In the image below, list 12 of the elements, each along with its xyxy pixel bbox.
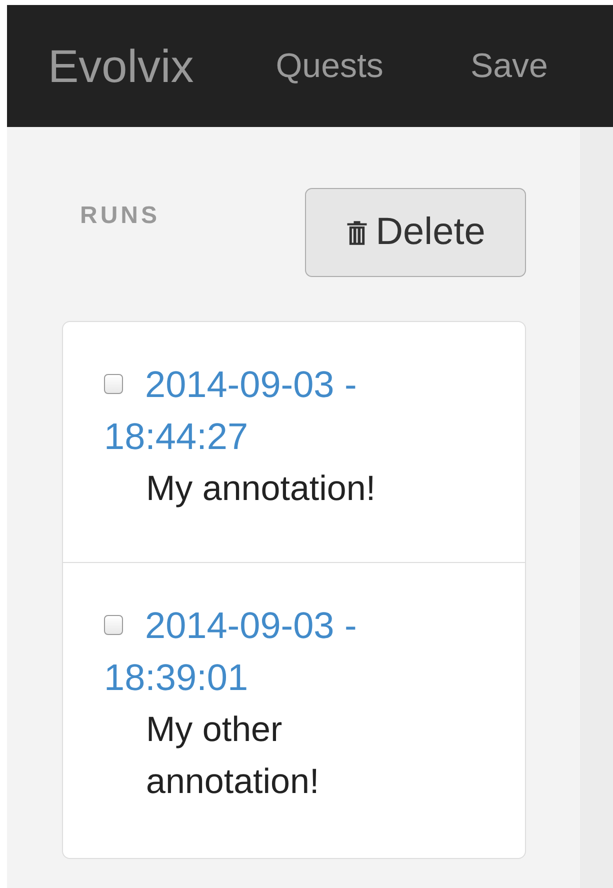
delete-button[interactable]: Delete	[305, 188, 526, 277]
annotation-text: My other annotation!	[145, 709, 320, 803]
run-link[interactable]: 2014-09-03 - 18:39:01	[104, 600, 394, 704]
trash-icon	[346, 220, 368, 246]
brand-link[interactable]: Evolvix	[48, 39, 194, 93]
checkbox[interactable]	[104, 374, 123, 394]
nav-link[interactable]: Quests	[276, 46, 384, 86]
section-heading: RUNS	[80, 202, 160, 230]
checkbox[interactable]	[104, 615, 123, 636]
nav-link[interactable]: Save	[470, 46, 548, 86]
annotation-text: My annotation!	[145, 468, 377, 510]
run-link[interactable]: 2014-09-03 - 18:44:27	[104, 359, 394, 463]
